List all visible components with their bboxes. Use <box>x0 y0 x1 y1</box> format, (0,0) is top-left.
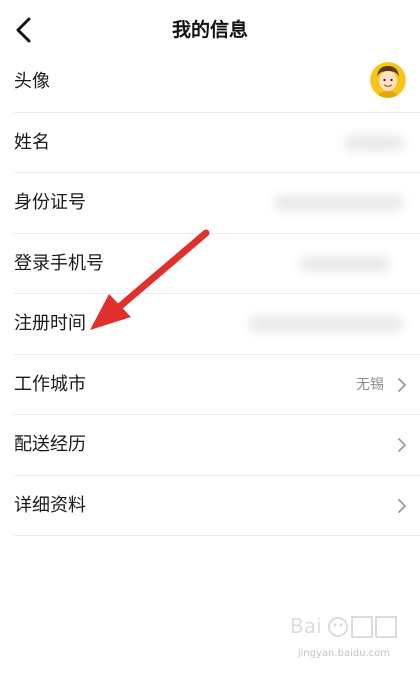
info-list: 头像 姓名 身份证号 登录手机号 注册时间 工作城市 无锡 配送经历 详细资料 <box>0 52 420 536</box>
redacted-value <box>344 134 404 151</box>
row-id-number[interactable]: 身份证号 <box>0 173 420 234</box>
row-label: 头像 <box>14 71 50 92</box>
row-name[interactable]: 姓名 <box>0 113 420 173</box>
row-work-city[interactable]: 工作城市 无锡 <box>0 355 420 415</box>
row-detail-profile[interactable]: 详细资料 <box>0 476 420 536</box>
row-delivery-experience[interactable]: 配送经历 <box>0 415 420 476</box>
watermark-domain: jingyan.baidu.com <box>297 648 390 659</box>
svg-text:Bai: Bai <box>290 614 322 638</box>
row-label: 工作城市 <box>14 373 86 395</box>
redacted-value <box>300 255 390 272</box>
avatar[interactable] <box>370 62 406 98</box>
row-value: 无锡 <box>356 376 384 393</box>
row-label: 登录手机号 <box>14 252 104 274</box>
page-title: 我的信息 <box>171 19 248 41</box>
row-register-time[interactable]: 注册时间 <box>0 294 420 355</box>
row-label: 身份证号 <box>14 192 86 213</box>
row-phone[interactable]: 登录手机号 <box>0 234 420 294</box>
row-label: 注册时间 <box>14 313 86 334</box>
redacted-value <box>274 195 404 211</box>
chevron-right-icon <box>398 438 406 452</box>
divider <box>14 535 420 536</box>
row-label: 配送经历 <box>14 434 86 455</box>
row-label: 姓名 <box>14 131 50 153</box>
chevron-right-icon <box>398 377 406 392</box>
redacted-value <box>249 316 404 332</box>
baidu-watermark-logo: Bai <box>290 614 397 638</box>
row-avatar[interactable]: 头像 <box>0 52 420 113</box>
nav-header: 我的信息 <box>0 0 420 60</box>
row-label: 详细资料 <box>14 494 86 516</box>
chevron-right-icon <box>398 498 406 513</box>
